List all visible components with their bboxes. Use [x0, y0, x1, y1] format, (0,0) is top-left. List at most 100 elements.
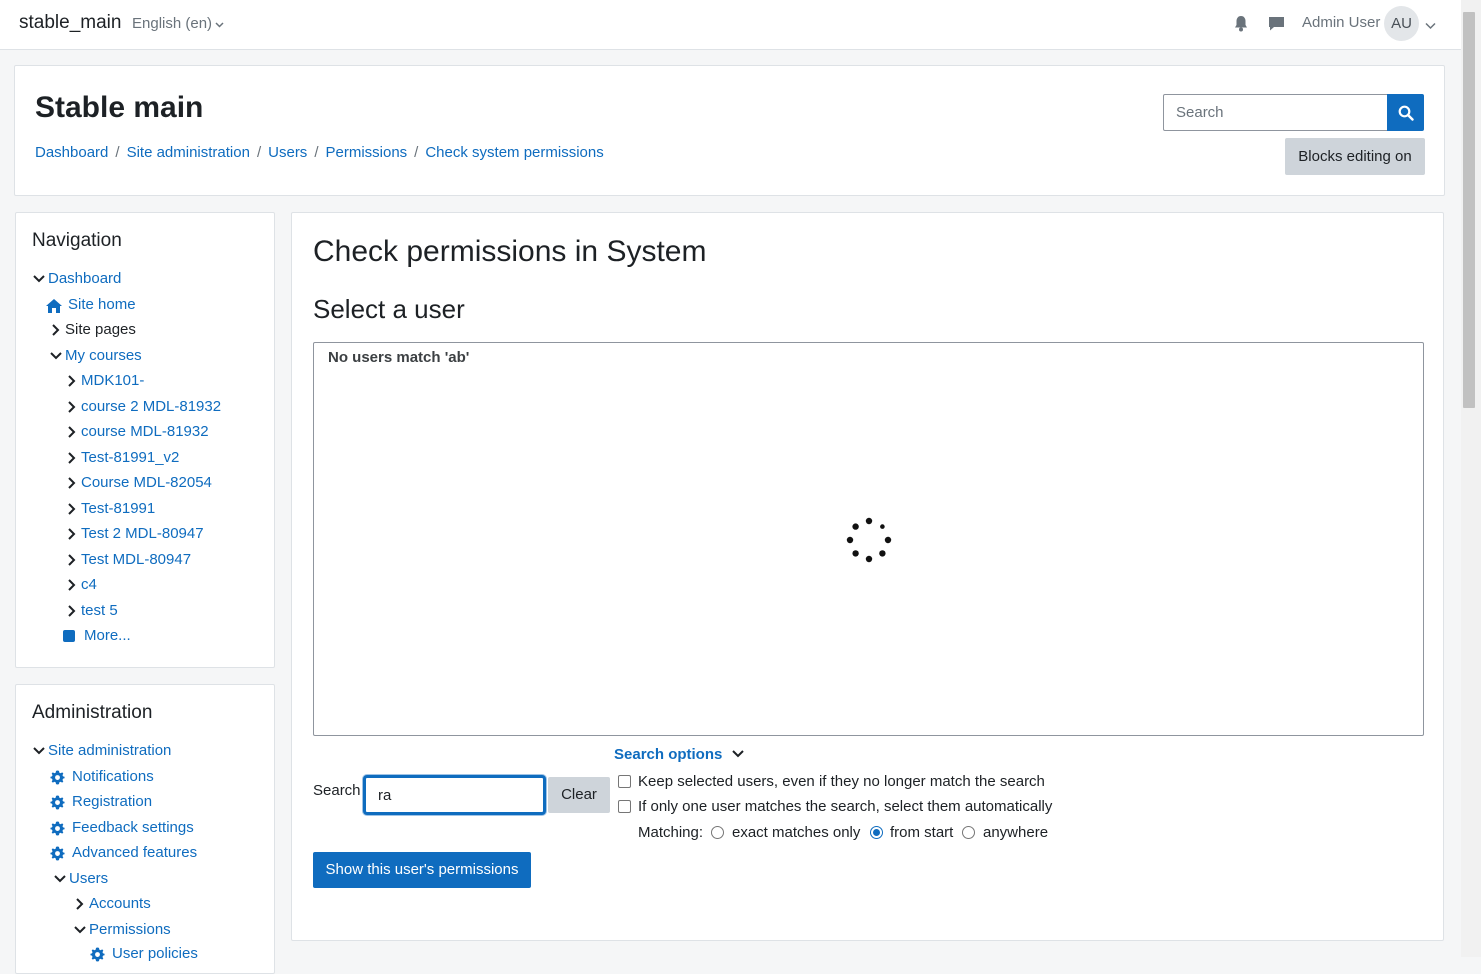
chevron-down-icon — [49, 349, 63, 363]
header-search-input[interactable] — [1163, 94, 1388, 131]
search-options-label: Search options — [614, 746, 723, 763]
clear-search-button[interactable]: Clear — [548, 777, 610, 813]
home-icon — [45, 298, 62, 313]
navigation-item-label: Test-81991_v2 — [81, 449, 180, 466]
show-permissions-button[interactable]: Show this user's permissions — [313, 852, 531, 888]
administration-block: Administration Site administration Notifi… — [15, 684, 275, 974]
navigation-item-label: Test-81991 — [81, 500, 156, 517]
administration-item-label: Registration — [72, 793, 153, 810]
search-icon — [1398, 105, 1414, 121]
navigation-item-label: Course MDL-82054 — [81, 474, 212, 491]
language-menu[interactable]: English (en) — [132, 15, 224, 32]
match-anywhere-label: anywhere — [983, 824, 1049, 841]
chevron-right-icon — [65, 451, 79, 465]
auto-select-label: If only one user matches the search, sel… — [638, 798, 1053, 815]
navigation-item-label: More... — [84, 627, 131, 644]
navigation-item-label: Site home — [68, 296, 136, 313]
main-region: Check permissions in System Select a use… — [291, 212, 1444, 941]
chevron-right-icon — [65, 553, 79, 567]
user-menu-name[interactable]: Admin User — [1302, 14, 1380, 31]
chevron-right-icon — [65, 502, 79, 516]
breadcrumb-check-system-permissions[interactable]: Check system permissions — [425, 144, 603, 161]
chevron-right-icon — [73, 897, 87, 911]
administration-block-title: Administration — [32, 702, 153, 723]
breadcrumb-separator: / — [115, 144, 120, 161]
match-start-radio[interactable] — [870, 826, 883, 839]
breadcrumb-dashboard[interactable]: Dashboard — [35, 144, 108, 161]
page-header: Stable main Dashboard / Site administratio… — [14, 65, 1445, 196]
no-users-match-label: No users match 'ab' — [328, 349, 470, 366]
administration-item-label: Accounts — [89, 895, 151, 912]
breadcrumb-separator: / — [314, 144, 319, 161]
chevron-right-icon — [65, 425, 79, 439]
breadcrumb-separator: / — [256, 144, 262, 161]
breadcrumb-separator: / — [414, 144, 419, 161]
gear-icon — [50, 770, 65, 785]
chevron-down-icon[interactable] — [1425, 17, 1436, 34]
navigation-item-label: c4 — [81, 576, 97, 593]
chevron-right-icon — [65, 400, 79, 414]
blocks-editing-button[interactable]: Blocks editing on — [1285, 138, 1425, 175]
chevron-right-icon — [49, 323, 63, 337]
navigation-item-label: course 2 MDL-81932 — [81, 398, 222, 415]
breadcrumb-site-administration[interactable]: Site administration — [127, 144, 250, 161]
chevron-right-icon — [65, 527, 79, 541]
chevron-right-icon — [65, 604, 79, 618]
match-anywhere-radio[interactable] — [962, 826, 975, 839]
chevron-right-icon — [65, 374, 79, 388]
navigation-item-label: Site pages — [65, 321, 136, 338]
administration-item-label: Feedback settings — [72, 819, 194, 836]
administration-item-label: Users — [69, 870, 109, 887]
bell-icon[interactable] — [1233, 15, 1251, 33]
chevron-down-icon — [215, 19, 224, 31]
chevron-down-icon — [32, 272, 46, 286]
navigation-block-title: Navigation — [32, 230, 122, 251]
breadcrumb-users[interactable]: Users — [268, 144, 307, 161]
gear-icon — [50, 846, 65, 861]
chevron-right-icon — [65, 476, 79, 490]
auto-select-checkbox[interactable] — [618, 800, 631, 813]
square-icon — [62, 629, 76, 643]
gear-icon — [50, 821, 65, 836]
match-start-label: from start — [890, 824, 954, 841]
administration-item-label: Site administration — [48, 742, 172, 759]
breadcrumb-permissions[interactable]: Permissions — [325, 144, 407, 161]
chevron-right-icon — [65, 578, 79, 592]
user-search-input[interactable] — [363, 775, 546, 815]
avatar[interactable]: AU — [1384, 6, 1419, 41]
navigation-item-label: test 5 — [81, 602, 118, 619]
scrollbar-thumb[interactable] — [1463, 12, 1475, 408]
navigation-block: Navigation Dashboard Site home Site pages M… — [15, 212, 275, 668]
chevron-down-icon — [731, 750, 744, 758]
header-search — [1163, 94, 1425, 131]
match-exact-label: exact matches only — [732, 824, 861, 841]
site-brand[interactable]: stable_main — [19, 12, 121, 34]
gear-icon — [50, 795, 65, 810]
navigation-item-label: Test MDL-80947 — [81, 551, 192, 568]
page-title: Stable main — [35, 91, 204, 124]
user-select-list[interactable]: No users match 'ab' — [313, 342, 1424, 736]
navigation-item-label: Test 2 MDL-80947 — [81, 525, 204, 542]
top-navbar: stable_main English (en) Admin User AU — [0, 0, 1461, 50]
navigation-item-label: Dashboard — [48, 270, 122, 287]
administration-item-label: User policies — [112, 945, 198, 962]
user-search-label: Search — [313, 782, 361, 799]
match-exact-radio[interactable] — [711, 826, 724, 839]
administration-item-label: Permissions — [89, 921, 171, 938]
main-heading: Check permissions in System — [313, 235, 707, 268]
gear-icon — [90, 947, 105, 962]
matching-label: Matching: — [638, 824, 704, 841]
chat-icon[interactable] — [1268, 15, 1286, 33]
search-options-toggle[interactable]: Search options — [614, 746, 745, 763]
language-label: English (en) — [132, 15, 213, 32]
chevron-down-icon — [73, 923, 87, 937]
navigation-item-label: My courses — [65, 347, 142, 364]
matching-options: Matching: exact matches only from start … — [638, 824, 1058, 844]
chevron-down-icon — [32, 744, 46, 758]
keep-selected-checkbox[interactable] — [618, 775, 631, 788]
keep-selected-label: Keep selected users, even if they no lon… — [638, 773, 1045, 790]
header-search-button[interactable] — [1387, 94, 1424, 131]
administration-item-label: Advanced features — [72, 844, 198, 861]
chevron-down-icon — [53, 872, 67, 886]
breadcrumb: Dashboard / Site administration / Users / Perm… — [35, 144, 604, 161]
